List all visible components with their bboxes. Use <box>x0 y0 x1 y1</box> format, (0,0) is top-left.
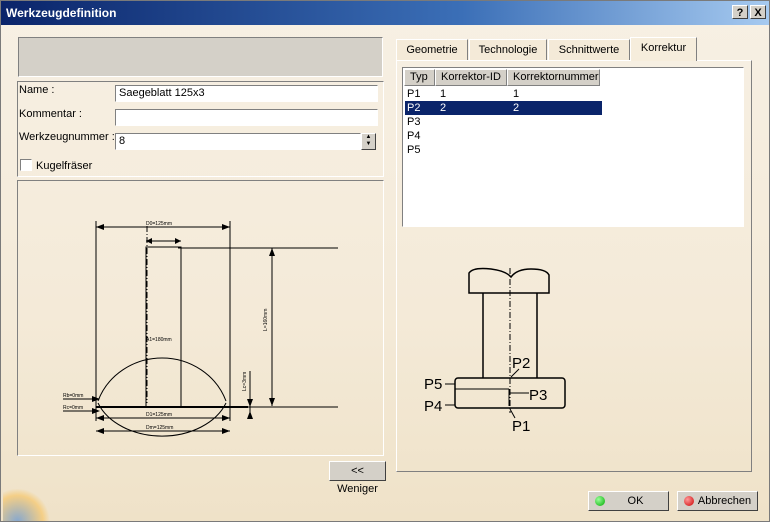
cell-id: 1 <box>440 88 447 100</box>
less-button[interactable]: << Weniger <box>329 461 386 495</box>
label-l: L=160mm <box>263 309 269 331</box>
toolnum-label: Werkzeugnummer : <box>19 131 115 143</box>
ball-cutter-checkbox[interactable] <box>20 159 32 171</box>
window-title: Werkzeugdefinition <box>6 6 117 20</box>
tab-technologie[interactable]: Technologie <box>469 39 547 60</box>
table-row[interactable]: P4 <box>405 129 743 143</box>
cancel-icon <box>684 496 694 506</box>
p1-leader <box>509 408 516 419</box>
tab-schnittwerte[interactable]: Schnittwerte <box>548 39 630 60</box>
label-rb: Rb=0mm <box>63 393 83 399</box>
cell-typ: P5 <box>407 144 421 156</box>
cancel-button[interactable]: Abbrechen <box>677 491 758 511</box>
tool-drawing: D0=125mm A1=180mm L=160mm Lc=3mm D1=125m… <box>17 180 384 456</box>
label-p2: P2 <box>512 355 530 372</box>
tool-drawing-svg: D0=125mm A1=180mm L=160mm Lc=3mm D1=125m… <box>63 221 338 437</box>
cell-nummer: 2 <box>513 102 520 114</box>
tab-korrektur[interactable]: Korrektur <box>630 37 697 61</box>
toolnum-spinner[interactable]: ▲ ▼ <box>361 133 376 150</box>
tool-head <box>468 267 550 294</box>
col-korrektor-id[interactable]: Korrektor-ID <box>435 69 507 86</box>
label-dm: Dm=125mm <box>146 425 173 431</box>
cell-typ: P1 <box>407 88 421 100</box>
correction-points-diagram: P2 P3 P5 P4 P1 <box>424 267 566 435</box>
table-row[interactable]: P5 <box>405 143 743 157</box>
cell-typ: P3 <box>407 116 421 128</box>
ok-button[interactable]: OK <box>588 491 669 511</box>
table-row[interactable]: P3 <box>405 115 743 129</box>
name-field[interactable]: Saegeblatt 125x3 <box>115 85 378 102</box>
col-typ[interactable]: Typ <box>404 69 435 86</box>
title-bar: Werkzeugdefinition ? X <box>1 1 769 25</box>
spin-down-icon[interactable]: ▼ <box>362 141 375 148</box>
cell-typ: P4 <box>407 130 421 142</box>
cell-typ: P2 <box>407 102 421 114</box>
tool-definition-dialog: Werkzeugdefinition ? X Name : Saegeblatt… <box>0 0 770 522</box>
label-p4: P4 <box>424 398 442 415</box>
comment-label: Kommentar : <box>19 108 82 120</box>
label-lc: Lc=3mm <box>242 372 248 391</box>
correction-table[interactable]: Typ Korrektor-ID Korrektornummer P1 1 1 … <box>402 67 744 227</box>
close-button[interactable]: X <box>750 5 766 19</box>
table-row-selected[interactable]: P2 2 2 <box>405 101 602 115</box>
label-p5: P5 <box>424 376 442 393</box>
toolnum-field[interactable]: 8 <box>115 133 361 150</box>
label-d1: D1=125mm <box>146 412 172 418</box>
comment-field[interactable] <box>115 109 378 126</box>
spin-up-icon[interactable]: ▲ <box>362 134 375 141</box>
label-p3: P3 <box>529 387 547 404</box>
cell-nummer: 1 <box>513 88 520 100</box>
ok-label: OK <box>627 495 644 507</box>
ok-icon <box>595 496 605 506</box>
cell-id: 2 <box>440 102 447 114</box>
label-rc: Rc=0mm <box>63 405 83 411</box>
preview-panel <box>18 37 383 77</box>
table-row[interactable]: P1 1 1 <box>405 87 743 101</box>
label-p1: P1 <box>512 418 530 435</box>
tab-geometrie[interactable]: Geometrie <box>396 39 468 60</box>
corner-logo <box>3 489 51 521</box>
help-button[interactable]: ? <box>732 5 748 19</box>
label-a1: A1=180mm <box>146 337 172 343</box>
col-korrektornummer[interactable]: Korrektornummer <box>507 69 600 86</box>
shank <box>145 246 182 408</box>
label-d0: D0=125mm <box>146 221 172 227</box>
blade-arc <box>97 357 227 402</box>
ball-cutter-label: Kugelfräser <box>36 160 93 172</box>
name-label: Name : <box>19 84 55 96</box>
